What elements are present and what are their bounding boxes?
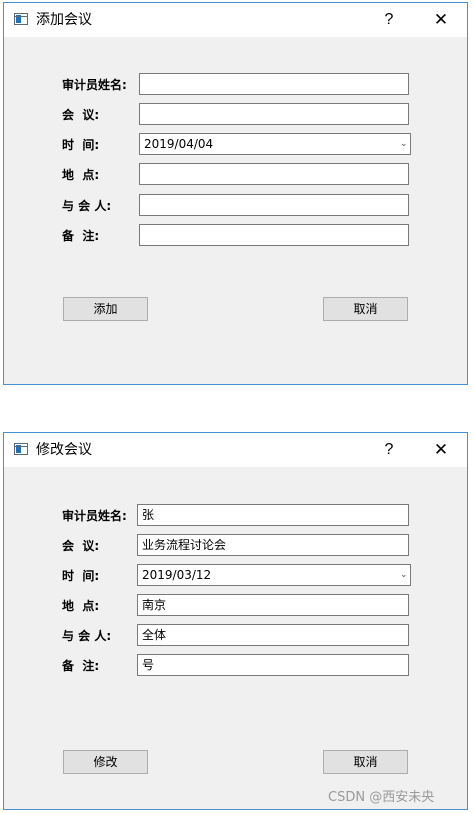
edit-button[interactable]: 修改 <box>63 750 148 774</box>
close-button[interactable]: ✕ <box>428 437 454 463</box>
place-label: 地 点: <box>62 599 100 613</box>
note-label: 备 注: <box>62 659 100 673</box>
participants-label: 与 会 人: <box>62 629 112 643</box>
place-input[interactable] <box>139 163 409 185</box>
time-date-value: 2019/04/04 <box>144 137 214 151</box>
auditor-name-label: 审计员姓名: <box>62 509 127 523</box>
participants-label: 与 会 人: <box>62 199 112 213</box>
place-label: 地 点: <box>62 168 100 182</box>
help-button[interactable]: ? <box>376 7 402 33</box>
note-label: 备 注: <box>62 229 100 243</box>
cancel-button[interactable]: 取消 <box>323 297 408 321</box>
cancel-button[interactable]: 取消 <box>323 750 408 774</box>
chevron-down-icon[interactable]: ⌄ <box>400 565 410 585</box>
time-label: 时 间: <box>62 138 100 152</box>
place-input[interactable]: 南京 <box>137 594 409 616</box>
auditor-name-label: 审计员姓名: <box>62 78 127 92</box>
note-input[interactable]: 号 <box>137 654 409 676</box>
title-bar: 添加会议 ? ✕ <box>4 3 467 37</box>
meeting-input[interactable]: 业务流程讨论会 <box>137 534 409 556</box>
dialog-title: 修改会议 <box>36 442 92 458</box>
edit-meeting-dialog: 修改会议 ? ✕ 审计员姓名: 张 会 议: 业务流程讨论会 时 间: 2019… <box>3 432 468 810</box>
time-date-picker[interactable]: 2019/04/04 ⌄ <box>139 133 411 155</box>
auditor-name-input[interactable] <box>139 73 409 95</box>
window-app-icon <box>14 443 28 455</box>
time-date-value: 2019/03/12 <box>142 568 212 582</box>
meeting-label: 会 议: <box>62 539 100 553</box>
meeting-input[interactable] <box>139 103 409 125</box>
window-app-icon <box>14 13 28 25</box>
help-button[interactable]: ? <box>376 437 402 463</box>
dialog-title: 添加会议 <box>36 12 92 28</box>
time-label: 时 间: <box>62 569 100 583</box>
chevron-down-icon[interactable]: ⌄ <box>400 134 410 154</box>
meeting-label: 会 议: <box>62 108 100 122</box>
time-date-picker[interactable]: 2019/03/12 ⌄ <box>137 564 411 586</box>
add-meeting-dialog: 添加会议 ? ✕ 审计员姓名: 会 议: 时 间: 2019/04/04 ⌄ 地… <box>3 2 468 385</box>
add-button[interactable]: 添加 <box>63 297 148 321</box>
auditor-name-input[interactable]: 张 <box>137 504 409 526</box>
close-button[interactable]: ✕ <box>428 7 454 33</box>
participants-input[interactable] <box>139 194 409 216</box>
title-bar: 修改会议 ? ✕ <box>4 433 467 467</box>
watermark: CSDN @西安未央 <box>328 790 435 805</box>
note-input[interactable] <box>139 224 409 246</box>
participants-input[interactable]: 全体 <box>137 624 409 646</box>
